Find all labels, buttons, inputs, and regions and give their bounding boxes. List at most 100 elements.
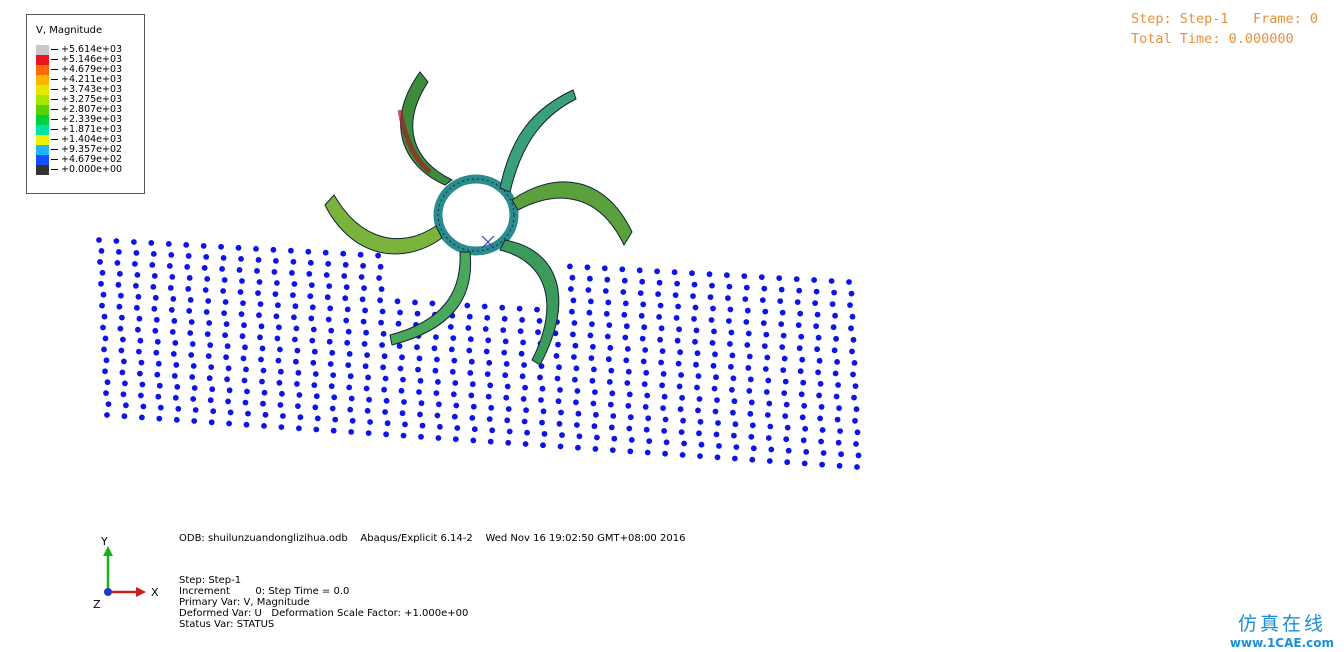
- particle: [294, 347, 301, 354]
- particle: [329, 349, 336, 356]
- particle: [449, 368, 456, 375]
- particle: [744, 307, 751, 314]
- particle: [603, 310, 610, 317]
- particle: [503, 361, 510, 367]
- particle: [175, 405, 182, 412]
- particle: [104, 412, 110, 418]
- particle: [673, 315, 680, 321]
- particle: [766, 400, 773, 407]
- particle: [777, 298, 784, 304]
- particle: [517, 328, 524, 335]
- particle: [640, 301, 647, 308]
- particle: [733, 444, 740, 450]
- particle: [310, 359, 317, 366]
- particle: [539, 419, 545, 426]
- particle: [836, 405, 842, 411]
- particle: [152, 294, 159, 301]
- particle: [764, 412, 771, 418]
- particle: [172, 394, 179, 401]
- legend-tick: [51, 159, 58, 160]
- particle: [345, 362, 352, 368]
- particle: [781, 390, 788, 396]
- particle: [174, 384, 181, 390]
- particle: [663, 439, 670, 446]
- particle: [681, 440, 687, 447]
- particle: [622, 300, 629, 307]
- particle: [221, 277, 228, 283]
- particle: [801, 460, 808, 467]
- particle: [814, 311, 821, 318]
- particle: [258, 356, 264, 363]
- particle: [326, 283, 333, 289]
- legend-swatch: [36, 75, 49, 85]
- particle: [360, 262, 366, 269]
- particle: [709, 282, 715, 289]
- particle: [327, 305, 334, 312]
- particle: [381, 386, 387, 393]
- legend-tick: [51, 129, 58, 130]
- particle: [202, 287, 209, 293]
- particle: [820, 450, 827, 456]
- particle: [451, 357, 458, 364]
- particle: [468, 392, 475, 399]
- legend-tick: [51, 109, 58, 110]
- legend-tick: [51, 79, 58, 80]
- particle: [852, 383, 859, 389]
- particle: [608, 367, 615, 374]
- legend-tick: [51, 49, 58, 50]
- particle: [644, 392, 651, 399]
- particle: [343, 317, 350, 324]
- particle: [155, 393, 162, 400]
- particle: [712, 408, 719, 415]
- particle: [156, 382, 163, 389]
- particle: [277, 346, 283, 353]
- particle: [743, 319, 750, 325]
- particle: [122, 380, 128, 387]
- particle: [606, 379, 613, 385]
- particle: [262, 411, 269, 418]
- status-status-var: Status Var: STATUS: [179, 619, 275, 630]
- model-viewport[interactable]: [0, 0, 1344, 652]
- particle: [658, 325, 665, 332]
- particle: [137, 337, 144, 344]
- particle: [520, 339, 526, 346]
- contour-legend[interactable]: V, Magnitude +5.614e+03 +5.146e+03 +4.679e…: [26, 14, 145, 194]
- particle: [604, 333, 611, 340]
- particle: [505, 406, 512, 412]
- particle: [188, 319, 195, 325]
- particle: [98, 280, 104, 287]
- particle: [137, 370, 143, 377]
- legend-swatch-min: [36, 165, 49, 175]
- particle: [586, 309, 593, 316]
- particle: [732, 421, 739, 428]
- particle: [778, 321, 785, 327]
- particle: [572, 342, 579, 349]
- particle: [433, 390, 440, 396]
- particle: [799, 414, 806, 421]
- particle: [724, 272, 730, 279]
- coordinate-triad: Y X Z: [93, 535, 159, 611]
- particle: [377, 263, 384, 270]
- particle: [746, 353, 753, 360]
- particle: [416, 355, 423, 362]
- particle: [678, 429, 685, 435]
- particle: [235, 244, 242, 251]
- particle: [136, 348, 142, 355]
- particle: [366, 396, 372, 403]
- particle: [433, 334, 439, 340]
- particle: [850, 336, 857, 343]
- particle: [836, 462, 843, 469]
- particle: [189, 341, 196, 347]
- particle: [499, 304, 506, 311]
- particle: [432, 367, 439, 374]
- particle: [501, 349, 508, 356]
- particle: [641, 324, 648, 331]
- particle: [696, 396, 703, 402]
- particle: [569, 274, 576, 281]
- legend-tick: [51, 149, 58, 150]
- particle: [815, 334, 822, 341]
- particle: [716, 443, 722, 449]
- particle: [797, 310, 804, 317]
- status-step: Step: Step-1: [179, 575, 242, 586]
- particle: [119, 369, 126, 376]
